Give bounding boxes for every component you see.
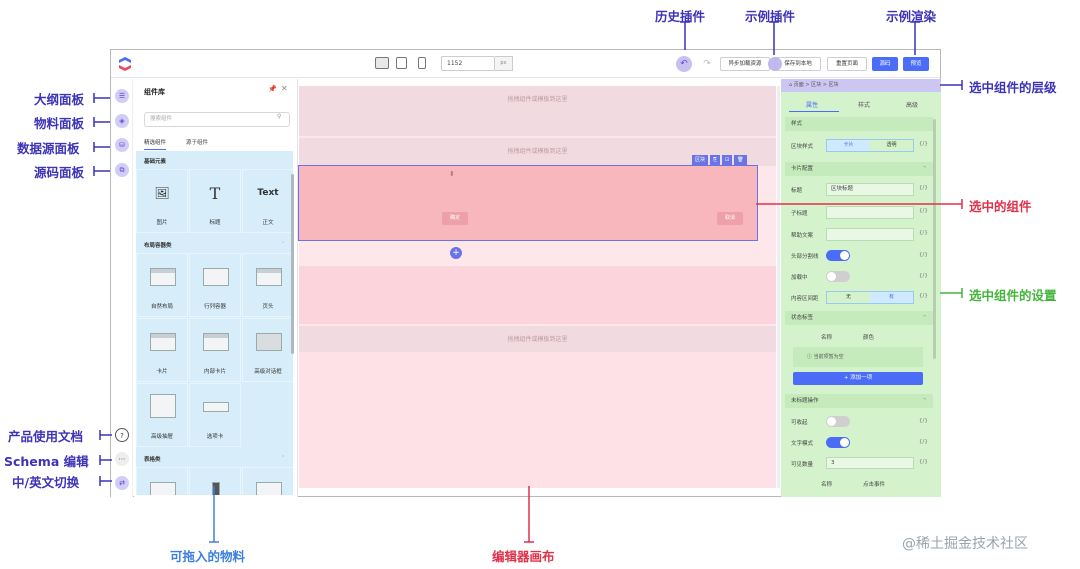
annotation-material-panel: 物料面板 — [34, 116, 85, 131]
annotation-code-panel: 源码面板 — [34, 165, 85, 180]
annotation-outline-panel: 大纲面板 — [34, 92, 85, 107]
annotation-draggable-materials: 可拖入的物料 — [170, 549, 246, 564]
screenshot-stage: 1152 px ↶ ↷ 异步加载资源 保存到本地 重置页面 源码 预览 ☰ ◈ … — [0, 0, 1080, 569]
watermark: @稀土掘金技术社区 — [902, 536, 1028, 552]
annotation-lines — [93, 21, 963, 543]
annotation-datasource-panel: 数据源面板 — [17, 141, 80, 156]
annotation-sample-render: 示例渲染 — [886, 9, 937, 24]
annotation-history-plugin: 历史插件 — [655, 9, 706, 24]
annotation-selected-component: 选中的组件 — [969, 199, 1032, 214]
annotation-editor-canvas: 编辑器画布 — [492, 549, 555, 564]
annotation-sample-plugin: 示例插件 — [745, 9, 796, 24]
annotation-lang-switch: 中/英文切换 — [12, 475, 80, 490]
annotation-schema-edit: Schema 编辑 — [4, 454, 89, 469]
annotation-product-docs: 产品使用文档 — [8, 429, 84, 444]
annotation-selected-settings: 选中组件的设置 — [969, 288, 1057, 303]
annotation-selected-hierarchy: 选中组件的层级 — [969, 80, 1057, 95]
